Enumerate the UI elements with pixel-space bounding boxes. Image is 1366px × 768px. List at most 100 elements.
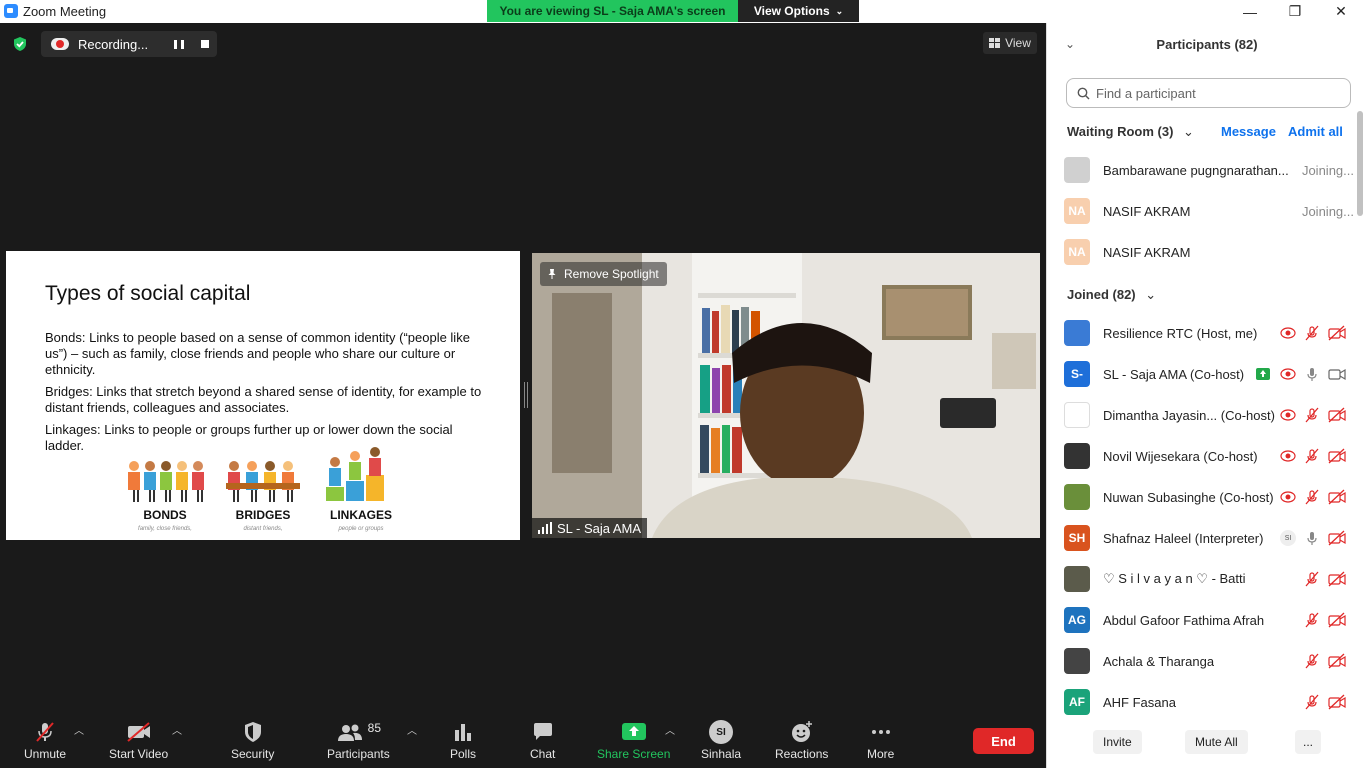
more-dots-icon — [871, 730, 890, 734]
participants-button[interactable]: 85 Participants — [327, 720, 390, 761]
security-button[interactable]: Security — [231, 720, 274, 761]
video-off-icon[interactable] — [1328, 571, 1346, 587]
recording-status-icon — [1280, 366, 1296, 382]
joined-participant-row[interactable]: S- SL - Saja AMA (Co-host) — [1064, 359, 1354, 389]
joined-participant-row[interactable]: SH Shafnaz Haleel (Interpreter) SI — [1064, 523, 1354, 553]
end-meeting-button[interactable]: End — [973, 728, 1034, 754]
video-off-icon[interactable] — [1328, 530, 1346, 546]
participant-search-box[interactable] — [1066, 78, 1351, 108]
participant-avatar: NA — [1064, 239, 1090, 265]
joined-participant-row[interactable]: AF AHF Fasana — [1064, 687, 1354, 717]
mic-muted-icon[interactable] — [1304, 448, 1320, 464]
mic-on-icon[interactable] — [1304, 530, 1320, 546]
participant-avatar — [1064, 320, 1090, 346]
recording-status-icon — [1280, 407, 1296, 423]
mic-muted-icon[interactable] — [1304, 571, 1320, 587]
mic-muted-icon[interactable] — [1304, 325, 1320, 341]
mic-muted-icon[interactable] — [1304, 653, 1320, 669]
window-titlebar: Zoom Meeting You are viewing SL - Saja A… — [0, 0, 1366, 23]
view-options-button[interactable]: View Options ⌄ — [738, 0, 859, 22]
video-off-icon — [126, 722, 150, 742]
video-participant-name: SL - Saja AMA — [532, 518, 648, 538]
mic-muted-icon[interactable] — [1304, 694, 1320, 710]
minimize-button[interactable]: — — [1227, 0, 1273, 23]
sharing-screen-icon — [1255, 366, 1271, 382]
search-icon — [1077, 87, 1090, 99]
joined-participant-row[interactable]: Novil Wijesekara (Co-host) — [1064, 441, 1354, 471]
message-waiting-room-button[interactable]: Message — [1221, 124, 1276, 139]
unmute-button[interactable]: Unmute — [24, 720, 66, 761]
close-window-button[interactable]: ✕ — [1318, 0, 1364, 23]
more-label: More — [867, 747, 895, 761]
video-on-icon[interactable] — [1328, 366, 1346, 382]
pause-recording-icon[interactable] — [174, 40, 184, 49]
joined-participant-row[interactable]: ♡ S i l v a y a n ♡ - Batti — [1064, 564, 1354, 594]
mic-muted-icon[interactable] — [1304, 612, 1320, 628]
admit-all-button[interactable]: Admit all — [1288, 124, 1343, 139]
bonds-figure: BONDS family, close friends, — [120, 445, 210, 532]
panel-scrollbar[interactable] — [1357, 111, 1363, 216]
video-off-icon[interactable] — [1328, 489, 1346, 505]
participants-options-caret-icon[interactable]: ︿ — [407, 722, 417, 737]
joined-participant-row[interactable]: AG Abdul Gafoor Fathima Afrah — [1064, 605, 1354, 635]
video-off-icon[interactable] — [1328, 653, 1346, 669]
interpretation-language-button[interactable]: SI Sinhala — [701, 720, 741, 761]
participants-label: Participants — [327, 747, 390, 761]
spotlight-video-tile[interactable]: Remove Spotlight SL - Saja AMA — [532, 253, 1040, 538]
waiting-participant-row[interactable]: NA NASIF AKRAM Joining... — [1064, 196, 1354, 226]
share-screen-button[interactable]: Share Screen — [597, 720, 670, 761]
joined-participant-row[interactable]: Nuwan Subasinghe (Co-host) — [1064, 482, 1354, 512]
slide-title: Types of social capital — [45, 282, 251, 305]
view-layout-button[interactable]: View — [983, 32, 1037, 54]
waiting-participant-row[interactable]: Bambarawane pugngnarathan... Joining... — [1064, 155, 1354, 185]
joined-header[interactable]: Joined (82) ⌄ — [1067, 287, 1156, 303]
start-video-button[interactable]: Start Video — [109, 720, 168, 761]
mute-all-button[interactable]: Mute All — [1185, 730, 1248, 754]
polls-icon — [455, 724, 471, 741]
waiting-room-header[interactable]: Waiting Room (3) ⌄ — [1067, 124, 1194, 140]
participant-name: NASIF AKRAM — [1103, 203, 1191, 219]
share-options-caret-icon[interactable]: ︿ — [665, 722, 675, 737]
grid-view-icon — [989, 38, 1001, 48]
video-options-caret-icon[interactable]: ︿ — [172, 722, 182, 737]
video-off-icon[interactable] — [1328, 612, 1346, 628]
joined-participant-row[interactable]: Achala & Tharanga — [1064, 646, 1354, 676]
chat-button[interactable]: Chat — [530, 720, 555, 761]
invite-button[interactable]: Invite — [1093, 730, 1142, 754]
participant-name: Dimantha Jayasin... (Co-host) — [1103, 407, 1275, 423]
view-splitter-handle[interactable] — [524, 382, 528, 408]
participant-avatar: AG — [1064, 607, 1090, 633]
mic-muted-icon[interactable] — [1304, 407, 1320, 423]
share-screen-label: Share Screen — [597, 747, 671, 761]
remove-spotlight-button[interactable]: Remove Spotlight — [540, 262, 667, 286]
stop-recording-icon[interactable] — [201, 40, 209, 48]
participant-search-input[interactable] — [1096, 85, 1336, 101]
waiting-participant-row[interactable]: NA NASIF AKRAM — [1064, 237, 1354, 267]
joined-participant-row[interactable]: Dimantha Jayasin... (Co-host) — [1064, 400, 1354, 430]
joined-participant-row[interactable]: Resilience RTC (Host, me) — [1064, 318, 1354, 348]
polls-label: Polls — [450, 747, 477, 761]
encryption-shield-icon[interactable] — [12, 36, 28, 52]
view-label: View — [1005, 36, 1031, 50]
reactions-button[interactable]: Reactions — [775, 720, 828, 761]
video-off-icon[interactable] — [1328, 325, 1346, 341]
language-badge-icon: SI — [709, 720, 734, 744]
start-video-label: Start Video — [109, 747, 169, 761]
video-off-icon[interactable] — [1328, 694, 1346, 710]
participant-name: ♡ S i l v a y a n ♡ - Batti — [1103, 571, 1246, 586]
slide-bullet-bonds: Bonds: Links to people based on a sense … — [45, 330, 470, 377]
mic-muted-icon[interactable] — [1304, 489, 1320, 505]
participants-icon — [337, 724, 362, 741]
panel-more-button[interactable]: ... — [1295, 730, 1322, 754]
bridges-figure: BRIDGES distant friends, — [218, 445, 308, 532]
audio-options-caret-icon[interactable]: ︿ — [74, 722, 84, 737]
participant-avatar — [1064, 566, 1090, 592]
muted-mic-icon — [36, 722, 54, 742]
polls-button[interactable]: Polls — [450, 720, 476, 761]
video-off-icon[interactable] — [1328, 448, 1346, 464]
maximize-button[interactable]: ❐ — [1272, 0, 1318, 23]
video-off-icon[interactable] — [1328, 407, 1346, 423]
more-button[interactable]: More — [867, 720, 894, 761]
mic-on-icon[interactable] — [1304, 366, 1320, 382]
participant-status: Joining... — [1301, 162, 1354, 178]
